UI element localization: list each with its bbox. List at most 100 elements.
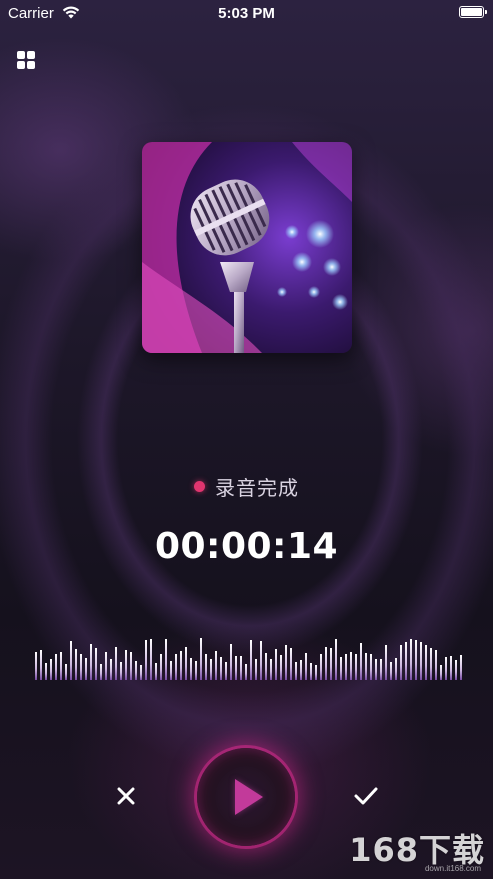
grid-menu-icon[interactable] (17, 51, 35, 69)
waveform-bar (285, 645, 287, 680)
waveform-bar (130, 652, 132, 680)
waveform-bar (380, 659, 382, 680)
waveform-bar (345, 654, 347, 680)
waveform-bar (215, 651, 217, 680)
waveform-bar (300, 660, 302, 680)
watermark-url: down.it168.com (424, 864, 481, 873)
waveform-bar (95, 648, 97, 680)
waveform-bar (295, 662, 297, 680)
waveform-bar (265, 653, 267, 680)
waveform-bar (90, 644, 92, 680)
cancel-button[interactable] (110, 780, 142, 812)
waveform-bar (360, 643, 362, 680)
waveform-bar (385, 645, 387, 680)
waveform-bar (245, 664, 247, 680)
waveform-bar (195, 661, 197, 680)
waveform-bar (65, 664, 67, 680)
waveform-bar (140, 665, 142, 680)
waveform-bar (370, 654, 372, 680)
grid-cell (27, 51, 35, 59)
waveform-bar (415, 640, 417, 680)
waveform-bar (230, 644, 232, 680)
waveform-bar (120, 662, 122, 680)
waveform-bar (430, 648, 432, 680)
waveform-bar (210, 659, 212, 680)
audio-waveform (34, 634, 464, 680)
waveform-bar (275, 649, 277, 680)
microphone-artwork (142, 142, 352, 353)
waveform-bar (445, 657, 447, 680)
waveform-bar (335, 639, 337, 680)
recording-status-label: 录音完成 (215, 475, 299, 500)
waveform-bar (305, 653, 307, 680)
waveform-bar (175, 654, 177, 680)
watermark-logo: 168下载 down.it168.com (345, 825, 485, 873)
waveform-bar (325, 647, 327, 680)
waveform-bar (110, 659, 112, 680)
play-button[interactable] (197, 748, 295, 846)
check-icon (354, 787, 378, 805)
waveform-bar (190, 658, 192, 680)
waveform-bar (35, 652, 37, 680)
battery-icon (459, 6, 487, 18)
waveform-bar (455, 660, 457, 680)
waveform-bar (40, 650, 42, 680)
waveform-bar (115, 647, 117, 680)
waveform-bar (145, 640, 147, 680)
waveform-bar (390, 662, 392, 680)
waveform-bar (270, 659, 272, 680)
confirm-button[interactable] (350, 780, 382, 812)
waveform-bar (55, 654, 57, 680)
waveform-bar (355, 654, 357, 680)
waveform-bar (280, 655, 282, 680)
waveform-bar (100, 664, 102, 680)
grid-cell (17, 61, 25, 69)
waveform-bar (435, 650, 437, 680)
waveform-bar (135, 661, 137, 680)
waveform-bar (340, 657, 342, 680)
recording-dot-icon (194, 480, 205, 492)
waveform-bar (420, 642, 422, 680)
waveform-bar (70, 641, 72, 680)
waveform-bar (150, 639, 152, 680)
waveform-bar (205, 654, 207, 680)
waveform-bar (250, 640, 252, 680)
waveform-bar (60, 652, 62, 680)
play-icon (235, 779, 263, 815)
waveform-bar (170, 661, 172, 680)
waveform-bar (320, 654, 322, 680)
waveform-bar (375, 659, 377, 680)
waveform-bar (330, 648, 332, 680)
waveform-bar (185, 647, 187, 680)
waveform-bar (350, 652, 352, 680)
waveform-bar (125, 650, 127, 680)
waveform-bar (450, 656, 452, 680)
waveform-bar (180, 651, 182, 680)
waveform-bar (105, 652, 107, 680)
close-icon (117, 787, 135, 805)
waveform-bar (220, 657, 222, 680)
waveform-bar (395, 658, 397, 680)
status-bar: Carrier 5:03 PM (0, 0, 493, 26)
waveform-bar (240, 656, 242, 680)
waveform-bar (155, 663, 157, 680)
waveform-bar (425, 645, 427, 680)
waveform-bar (200, 638, 202, 680)
waveform-bar (45, 663, 47, 680)
waveform-bar (365, 653, 367, 680)
waveform-bar (80, 654, 82, 680)
waveform-bar (410, 639, 412, 680)
waveform-bar (260, 641, 262, 680)
waveform-bar (50, 659, 52, 680)
waveform-bar (440, 665, 442, 680)
recording-status: 录音完成 (0, 473, 493, 500)
waveform-bar (165, 639, 167, 680)
waveform-bar (315, 665, 317, 680)
waveform-graphic (35, 638, 462, 680)
grid-cell (27, 61, 35, 69)
waveform-bar (160, 654, 162, 680)
waveform-bar (310, 663, 312, 680)
waveform-bar (255, 659, 257, 680)
waveform-bar (405, 642, 407, 680)
recording-duration: 00:00:14 (154, 526, 339, 567)
